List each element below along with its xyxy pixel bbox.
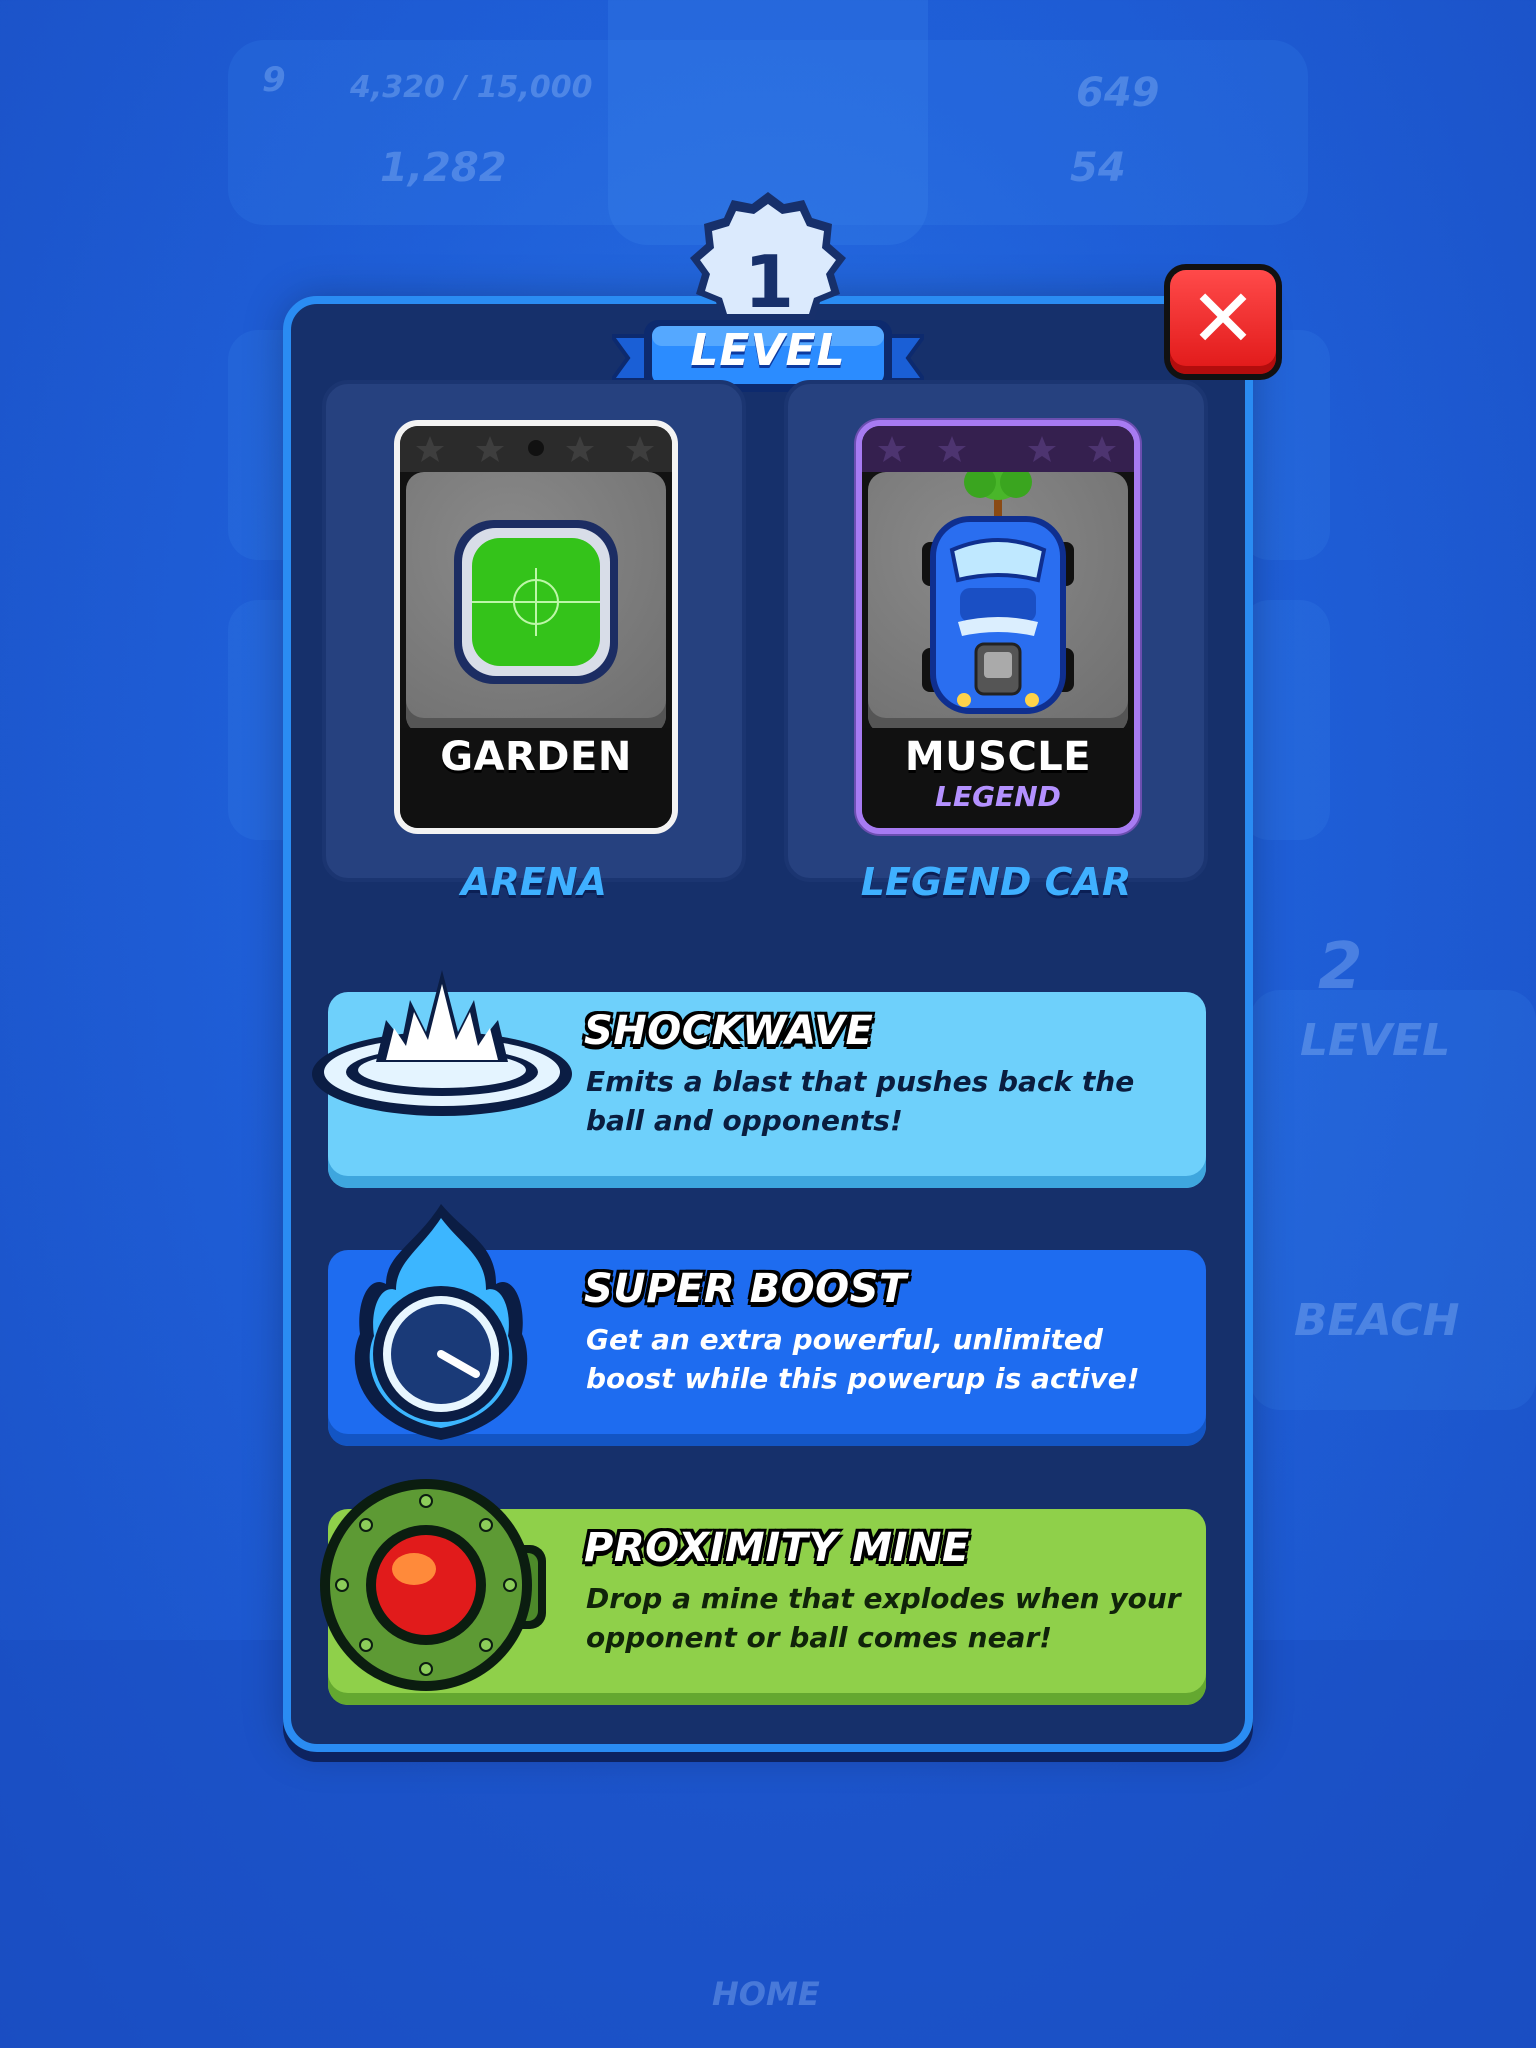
powerup-description: Drop a mine that explodes when your oppo… — [586, 1582, 1181, 1654]
garden-field-icon — [454, 520, 618, 684]
background-trophies: 649 — [1076, 70, 1160, 116]
legend-car-name: MUSCLE — [904, 734, 1092, 780]
arena-card[interactable]: GARDEN — [394, 420, 678, 834]
background-coins: 1,282 — [380, 145, 507, 191]
stars-icon — [878, 436, 1116, 462]
legend-car-caption: LEGEND CAR — [860, 860, 1132, 904]
powerup-title: SUPER BOOST — [584, 1266, 907, 1312]
card-stars — [400, 426, 672, 472]
proximity-mine-icon — [320, 1479, 546, 1691]
powerup-proximity-mine: PROXIMITY MINE Drop a mine that explodes… — [320, 1479, 1206, 1705]
background-next-level-label: LEVEL — [1300, 1015, 1451, 1066]
stars-icon — [416, 436, 654, 462]
arena-caption: ARENA — [461, 860, 607, 904]
card-stars — [862, 426, 1134, 472]
background-xp-text: 4,320 / 15,000 — [350, 70, 593, 105]
powerup-super-boost: SUPER BOOST Get an extra powerful, unlim… — [328, 1204, 1206, 1446]
powerup-description: Get an extra powerful, unlimited boost w… — [586, 1323, 1140, 1395]
legend-car-card[interactable]: MUSCLE LEGEND — [856, 420, 1140, 834]
powerup-title: PROXIMITY MINE — [584, 1525, 970, 1571]
background-card — [1240, 600, 1330, 840]
powerup-title: SHOCKWAVE — [584, 1008, 874, 1054]
close-button[interactable]: ✕ — [1164, 264, 1282, 380]
background-gems: 54 — [1070, 145, 1126, 191]
car-tile — [868, 444, 1128, 734]
card-name-bar: GARDEN — [400, 728, 672, 828]
background-level-number: 9 — [262, 60, 286, 100]
close-icon: ✕ — [1170, 270, 1276, 374]
level-label: LEVEL — [690, 325, 846, 376]
background-home-label: HOME — [712, 1975, 820, 2013]
level-number: 1 — [743, 240, 795, 324]
super-boost-icon — [354, 1204, 528, 1440]
shockwave-icon — [312, 970, 572, 1116]
powerup-description: Emits a blast that pushes back the ball … — [586, 1065, 1135, 1137]
arena-tile — [406, 472, 666, 734]
background-next-level-number: 2 — [1318, 930, 1363, 1004]
background-next-arena: BEACH — [1294, 1295, 1460, 1346]
card-name-bar: MUSCLE LEGEND — [862, 728, 1134, 828]
powerup-shockwave: SHOCKWAVE Emits a blast that pushes back… — [312, 970, 1206, 1188]
muscle-car-icon — [922, 444, 1074, 714]
legend-car-rarity: LEGEND — [935, 780, 1061, 813]
arena-card-name: GARDEN — [440, 734, 632, 780]
